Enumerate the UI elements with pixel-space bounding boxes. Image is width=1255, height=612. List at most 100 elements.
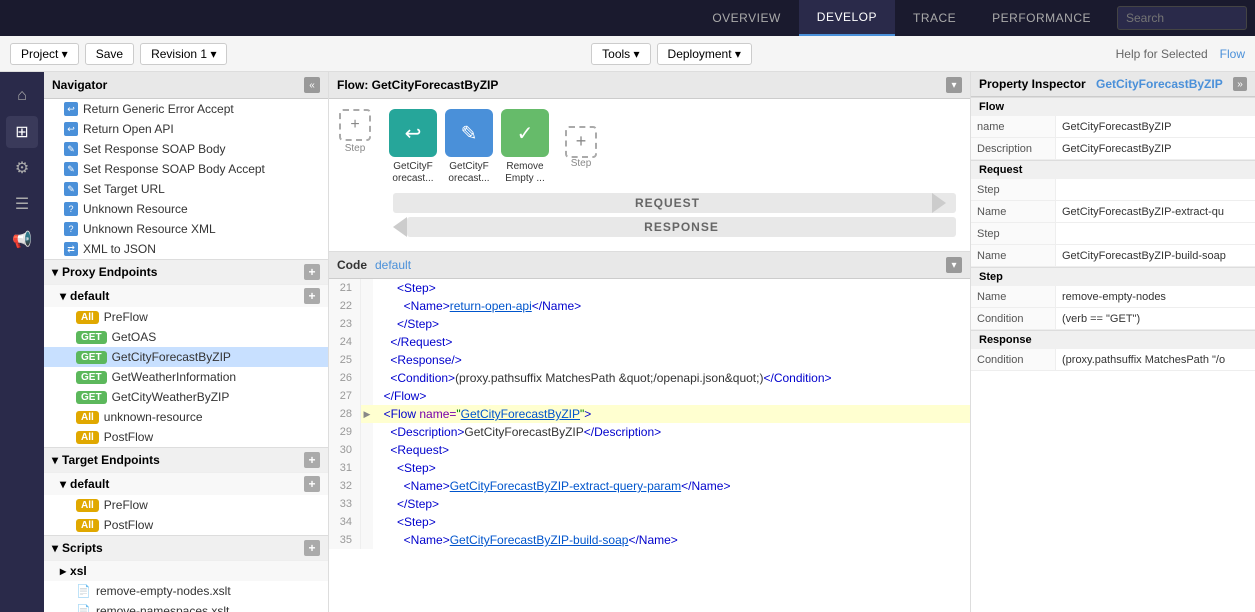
property-value: remove-empty-nodes (1056, 286, 1255, 307)
add-target-default-btn[interactable]: + (304, 476, 320, 492)
list-item[interactable]: ↩ Return Open API (44, 119, 328, 139)
step-label-2: GetCityForecast... (448, 161, 489, 185)
property-section-flow: Flow (971, 97, 1255, 116)
code-tab-value[interactable]: default (375, 258, 411, 272)
code-line-24: 24 </Request> (329, 333, 970, 351)
response-arrow-icon (393, 217, 407, 237)
add-step-btn-left[interactable]: + (339, 109, 371, 141)
add-proxy-endpoint-btn[interactable]: + (304, 264, 320, 280)
code-header: Code default ▾ (329, 252, 970, 279)
list-item[interactable]: 📄 remove-empty-nodes.xslt (44, 581, 328, 601)
property-value: GetCityForecastByZIP-build-soap (1056, 245, 1255, 266)
property-value (1056, 179, 1255, 200)
list-item[interactable]: GET GetCityWeatherByZIP (44, 387, 328, 407)
target-endpoints-header[interactable]: ▾ Target Endpoints + (44, 447, 328, 472)
list-item[interactable]: ✎ Set Response SOAP Body (44, 139, 328, 159)
flow-step-1[interactable]: ↩ GetCityForecast... (389, 109, 437, 185)
top-search-input[interactable] (1117, 6, 1247, 30)
nav-trace-btn[interactable]: TRACE (895, 0, 974, 36)
code-collapse-btn[interactable]: ▾ (946, 257, 962, 273)
list-item[interactable]: All PreFlow (44, 495, 328, 515)
left-step-column: + Step (339, 109, 371, 154)
megaphone-icon-btn[interactable]: 📢 (6, 224, 38, 256)
request-pipeline: REQUEST (393, 193, 956, 213)
target-default-header[interactable]: ▾ default + (44, 472, 328, 495)
item-icon: ⇄ (64, 242, 78, 256)
settings-icon-btn[interactable]: ⚙ (6, 152, 38, 184)
code-tab-label: Code (337, 258, 367, 272)
nav-performance-btn[interactable]: PERFORMANCE (974, 0, 1109, 36)
list-item[interactable]: GET GetOAS (44, 327, 328, 347)
proxy-default-header[interactable]: ▾ default + (44, 284, 328, 307)
help-link[interactable]: Flow (1220, 47, 1245, 61)
list-item[interactable]: ↩ Return Generic Error Accept (44, 99, 328, 119)
list-item[interactable]: ✎ Set Target URL (44, 179, 328, 199)
scripts-header[interactable]: ▾ Scripts + (44, 535, 328, 560)
chevron-down-icon: ▾ (52, 541, 58, 555)
code-line-29: 29 <Description>GetCityForecastByZIP</De… (329, 423, 970, 441)
add-step-container: + Step (565, 126, 597, 169)
project-btn[interactable]: Project ▾ (10, 43, 79, 65)
tools-btn[interactable]: Tools ▾ (591, 43, 650, 65)
chevron-down-icon: ▾ (52, 265, 58, 279)
code-line-31: 31 <Step> (329, 459, 970, 477)
flow-collapse-btn[interactable]: ▾ (946, 77, 962, 93)
list-item[interactable]: All unknown-resource (44, 407, 328, 427)
list-item[interactable]: 📄 remove-namespaces.xslt (44, 601, 328, 612)
nav-overview-btn[interactable]: OVERVIEW (694, 0, 798, 36)
xsl-header[interactable]: ▸ xsl (44, 560, 328, 581)
list-item[interactable]: All PostFlow (44, 515, 328, 535)
list-item[interactable]: All PostFlow (44, 427, 328, 447)
package-icon-btn[interactable]: ⊞ (6, 116, 38, 148)
item-icon: ✎ (64, 182, 78, 196)
list-item[interactable]: GET GetWeatherInformation (44, 367, 328, 387)
proxy-endpoints-header[interactable]: ▾ Proxy Endpoints + (44, 259, 328, 284)
list-item[interactable]: ⇄ XML to JSON (44, 239, 328, 259)
property-value: GetCityForecastByZIP-extract-qu (1056, 201, 1255, 222)
property-value: GetCityForecastByZIP (1056, 138, 1255, 159)
code-line-35: 35 <Name>GetCityForecastByZIP-build-soap… (329, 531, 970, 549)
step-icon-2: ✎ (445, 109, 493, 157)
save-btn[interactable]: Save (85, 43, 134, 65)
deployment-btn[interactable]: Deployment ▾ (657, 43, 752, 65)
help-for-selected-text: Help for Selected (1116, 47, 1208, 61)
property-flow-name: GetCityForecastByZIP (1096, 77, 1223, 91)
flow-step-3[interactable]: ✓ RemoveEmpty ... (501, 109, 549, 185)
navigator-collapse-btn[interactable]: « (304, 77, 320, 93)
code-body[interactable]: 21 <Step> 22 <Name>return-open-api</Name… (329, 279, 970, 612)
list-item[interactable]: ? Unknown Resource (44, 199, 328, 219)
list-item-selected[interactable]: GET GetCityForecastByZIP (44, 347, 328, 367)
badge-get: GET (76, 351, 107, 364)
add-proxy-default-btn[interactable]: + (304, 288, 320, 304)
code-line-26: 26 <Condition>(proxy.pathsuffix MatchesP… (329, 369, 970, 387)
nav-develop-btn[interactable]: DEVELOP (799, 0, 895, 36)
home-icon-btn[interactable]: ⌂ (6, 80, 38, 112)
property-key: Step (971, 223, 1056, 244)
list-item[interactable]: ✎ Set Response SOAP Body Accept (44, 159, 328, 179)
property-value: GetCityForecastByZIP (1056, 116, 1255, 137)
flow-title: Flow: GetCityForecastByZIP (337, 78, 498, 92)
revision-btn[interactable]: Revision 1 ▾ (140, 43, 227, 65)
property-expand-btn[interactable]: » (1233, 77, 1247, 91)
badge-get: GET (76, 331, 107, 344)
property-row: Condition (verb == "GET") (971, 308, 1255, 330)
property-section-request: Request (971, 160, 1255, 179)
navigator-header: Navigator « (44, 72, 328, 99)
badge-all: All (76, 499, 99, 512)
add-target-endpoint-btn[interactable]: + (304, 452, 320, 468)
step-label-left: Step (345, 143, 366, 154)
add-step-btn[interactable]: + (565, 126, 597, 158)
property-row: Description GetCityForecastByZIP (971, 138, 1255, 160)
property-inspector-panel: Property Inspector GetCityForecastByZIP … (970, 72, 1255, 612)
code-line-23: 23 </Step> (329, 315, 970, 333)
code-line-34: 34 <Step> (329, 513, 970, 531)
badge-get: GET (76, 371, 107, 384)
list-item[interactable]: All PreFlow (44, 307, 328, 327)
property-row: Condition (proxy.pathsuffix MatchesPath … (971, 349, 1255, 371)
badge-all: All (76, 431, 99, 444)
chevron-down-icon: ▾ (52, 453, 58, 467)
list-item[interactable]: ? Unknown Resource XML (44, 219, 328, 239)
book-icon-btn[interactable]: ☰ (6, 188, 38, 220)
flow-step-2[interactable]: ✎ GetCityForecast... (445, 109, 493, 185)
add-scripts-btn[interactable]: + (304, 540, 320, 556)
